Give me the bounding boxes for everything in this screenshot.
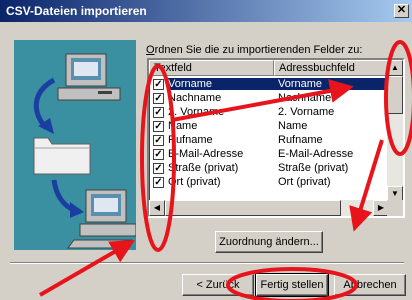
text-field-name: 2. Vorname: [168, 106, 225, 118]
text-field-name: E-Mail-Adresse: [168, 148, 244, 160]
column-header-textfield[interactable]: Textfeld: [149, 60, 274, 76]
list-item[interactable]: ✓ Ort (privat) Ort (privat): [149, 175, 389, 189]
annotation-arrow: [38, 239, 135, 297]
row-checkbox[interactable]: ✓: [153, 92, 164, 104]
csv-import-dialog: CSV-Dateien importieren ✕ Ordnen Sie die…: [0, 0, 412, 300]
vertical-scrollbar[interactable]: ▲ ▼: [387, 60, 403, 202]
addressbook-field-name: Vorname: [274, 78, 389, 90]
addressbook-field-name: E-Mail-Adresse: [278, 148, 354, 160]
addressbook-field-name: Nachname: [278, 92, 332, 104]
row-checkbox[interactable]: ✓: [153, 106, 164, 118]
close-icon: ✕: [396, 4, 407, 16]
addressbook-field-name: Ort (privat): [278, 176, 331, 188]
text-field-name: Rufname: [168, 134, 213, 146]
list-item[interactable]: ✓ Straße (privat) Straße (privat): [149, 161, 389, 175]
list-item[interactable]: ✓ Name Name: [149, 119, 389, 133]
row-checkbox[interactable]: ✓: [153, 134, 164, 146]
change-mapping-button[interactable]: Zuordnung ändern...: [215, 231, 323, 253]
horizontal-scrollbar[interactable]: ◀ ▶: [149, 200, 389, 216]
list-item[interactable]: ✓ 2. Vorname 2. Vorname: [149, 105, 389, 119]
addressbook-field-name: Rufname: [278, 134, 323, 146]
row-checkbox[interactable]: ✓: [153, 176, 164, 188]
list-item[interactable]: ✓ Vorname Vorname: [149, 77, 389, 91]
addressbook-field-name: 2. Vorname: [278, 106, 335, 118]
separator: [10, 262, 404, 264]
text-field-name: Name: [168, 120, 198, 132]
list-item[interactable]: ✓ Nachname Nachname: [149, 91, 389, 105]
scroll-up-button[interactable]: ▲: [387, 60, 403, 76]
row-checkbox[interactable]: ✓: [153, 148, 164, 160]
mapping-prompt: Ordnen Sie die zu importierenden Felder …: [146, 44, 362, 56]
close-button[interactable]: ✕: [394, 4, 409, 18]
row-checkbox[interactable]: ✓: [153, 162, 164, 174]
scroll-corner: [387, 200, 403, 216]
text-field-name: Nachname: [168, 92, 222, 104]
addressbook-field-name: Name: [278, 120, 308, 132]
text-field-name: Straße (privat): [168, 162, 239, 174]
prompt-text: rdnen Sie die zu importierenden Felder z…: [154, 44, 363, 56]
row-checkbox[interactable]: ✓: [153, 120, 164, 132]
text-field-name: Ort (privat): [168, 176, 221, 188]
cancel-button[interactable]: Abbrechen: [334, 274, 406, 296]
window-title: CSV-Dateien importieren: [6, 4, 147, 18]
list-item[interactable]: ✓ E-Mail-Adresse E-Mail-Adresse: [149, 147, 389, 161]
wizard-illustration: [14, 40, 136, 250]
list-item[interactable]: ✓ Rufname Rufname: [149, 133, 389, 147]
title-bar: CSV-Dateien importieren ✕: [0, 0, 412, 22]
finish-button[interactable]: Fertig stellen: [255, 273, 329, 297]
prompt-accelerator: O: [146, 44, 155, 56]
scroll-thumb[interactable]: [165, 200, 341, 216]
row-checkbox[interactable]: ✓: [153, 78, 164, 90]
addressbook-field-name: Straße (privat): [278, 162, 349, 174]
field-mapping-list[interactable]: Textfeld Adressbuchfeld ✓ Vorname Vorname ✓…: [147, 58, 405, 218]
scroll-left-button[interactable]: ◀: [149, 200, 165, 216]
text-field-name: Vorname: [167, 78, 274, 90]
back-button[interactable]: < Zurück: [182, 274, 254, 296]
list-header: Textfeld Adressbuchfeld: [149, 60, 389, 76]
scroll-thumb[interactable]: [387, 76, 403, 114]
list-rows: ✓ Vorname Vorname ✓ Nachname Nachname ✓ 2. Vorn…: [149, 77, 389, 189]
column-header-addressbook[interactable]: Adressbuchfeld: [274, 60, 389, 76]
